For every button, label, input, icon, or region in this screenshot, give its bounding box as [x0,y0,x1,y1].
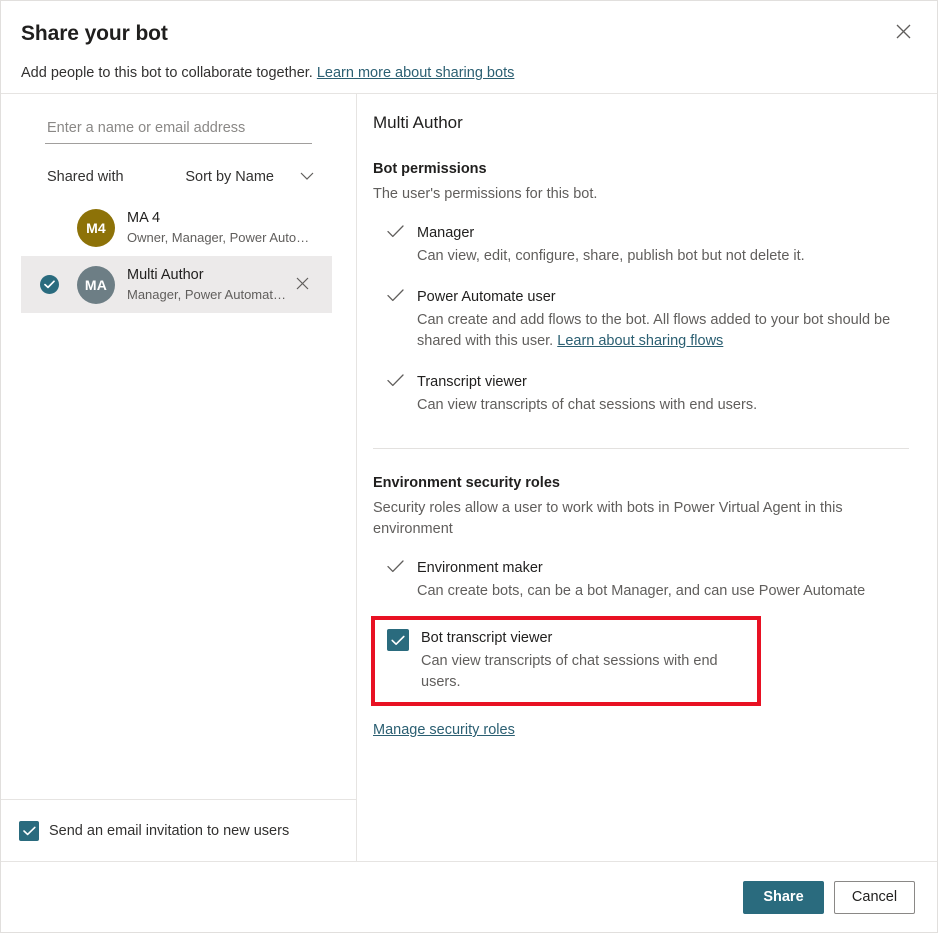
bot-permissions-section: Bot permissions The user's permissions f… [373,159,909,422]
checkbox-checked-icon [19,820,39,841]
close-icon [896,24,911,39]
role-row-environment-maker[interactable]: Environment maker Can create bots, can b… [373,552,909,608]
avatar-initials: MA [84,276,108,293]
bot-permissions-heading: Bot permissions [373,161,487,177]
permission-name: Transcript viewer [417,374,527,390]
sort-dropdown[interactable]: Sort by Name [183,167,316,187]
permission-name: Manager [417,225,475,241]
avatar: M4 [77,208,115,247]
role-description: Can create bots, can be a bot Manager, a… [417,583,866,599]
learn-more-sharing-bots-link[interactable]: Learn more about sharing bots [317,65,515,81]
share-button[interactable]: Share [743,880,824,914]
manage-security-roles-link[interactable]: Manage security roles [373,722,515,738]
checkmark-icon [386,374,404,387]
environment-roles-heading: Environment security roles [373,475,560,491]
permission-mark [373,372,417,387]
dialog-subtitle: Add people to this bot to collaborate to… [21,63,913,83]
permission-row-manager[interactable]: Manager Can view, edit, configure, share… [373,217,909,273]
environment-roles-list: Environment maker Can create bots, can b… [371,552,909,706]
learn-about-sharing-flows-link[interactable]: Learn about sharing flows [557,333,723,349]
permission-description: Can view, edit, configure, share, publis… [417,248,805,264]
avatar: MA [77,265,115,304]
permission-mark [373,223,417,238]
role-description: Can view transcripts of chat sessions wi… [421,653,718,690]
person-name: Multi Author [127,266,204,283]
search-input[interactable] [45,116,312,144]
permission-description: Can view transcripts of chat sessions wi… [417,397,758,413]
dialog-header: Share your bot Add people to this bot to… [1,1,937,94]
dialog-subtitle-text: Add people to this bot to collaborate to… [21,65,313,81]
people-panel: Shared with Sort by Name [1,94,357,861]
checkmark-icon [386,560,404,573]
shared-with-header: Shared with Sort by Name [47,167,332,187]
selected-user-title: Multi Author [373,113,463,132]
cancel-button[interactable]: Cancel [834,880,915,914]
permission-body: Manager Can view, edit, configure, share… [417,223,909,267]
avatar-initials: M4 [86,219,106,236]
permission-description: Can create and add flows to the bot. All… [417,310,897,352]
person-name: MA 4 [127,209,161,226]
section-divider [373,448,909,449]
environment-roles-description: Security roles allow a user to work with… [373,500,843,537]
person-roles: Manager, Power Automate user [127,286,288,302]
permission-row-transcript-viewer[interactable]: Transcript viewer Can view transcripts o… [373,366,909,422]
person-info: MA 4 Owner, Manager, Power Automate us..… [127,209,316,247]
environment-roles-section: Environment security roles Security role… [371,473,909,739]
permission-row-power-automate-user[interactable]: Power Automate user Can create and add f… [373,281,909,358]
person-info: Multi Author Manager, Power Automate use… [127,266,288,304]
permission-mark [373,287,417,302]
email-invite-checkbox[interactable]: Send an email invitation to new users [19,820,290,841]
role-body: Bot transcript viewer Can view transcrip… [421,628,757,693]
email-invite-footer: Send an email invitation to new users [1,799,356,861]
shared-with-label: Shared with [47,169,124,185]
bot-permissions-list: Manager Can view, edit, configure, share… [373,217,909,422]
permission-body: Transcript viewer Can view transcripts o… [417,372,909,416]
page-title: Share your bot [21,22,168,45]
close-button[interactable] [887,15,919,47]
share-bot-dialog: Share your bot Add people to this bot to… [0,0,938,933]
role-mark [373,558,417,573]
permissions-panel: Multi Author Bot permissions The user's … [357,94,937,861]
list-item[interactable]: M4 MA 4 Owner, Manager, Power Automate u… [21,199,332,256]
role-name: Bot transcript viewer [421,630,553,646]
person-roles: Owner, Manager, Power Automate us... [127,229,316,245]
close-icon [296,277,309,293]
email-invite-label: Send an email invitation to new users [49,822,290,839]
checkbox-checked-icon[interactable] [387,629,409,651]
selected-check-icon [39,275,59,294]
dialog-body: Shared with Sort by Name [1,94,937,861]
role-row-bot-transcript-viewer[interactable]: Bot transcript viewer Can view transcrip… [371,616,761,706]
chevron-down-icon [300,169,314,185]
permission-body: Power Automate user Can create and add f… [417,287,909,352]
sort-dropdown-label: Sort by Name [185,169,274,185]
list-item-selected[interactable]: MA Multi Author Manager, Power Automate … [21,256,332,313]
role-mark [375,628,421,651]
remove-person-button[interactable] [288,271,316,299]
dialog-footer: Share Cancel [1,861,937,932]
people-input-wrapper [45,116,332,144]
role-body: Environment maker Can create bots, can b… [417,558,909,602]
shared-with-list: M4 MA 4 Owner, Manager, Power Automate u… [21,199,332,313]
bot-permissions-description: The user's permissions for this bot. [373,186,598,202]
permission-name: Power Automate user [417,289,556,305]
checkmark-icon [386,289,404,302]
selection-slot [21,275,77,294]
people-panel-scroll: Shared with Sort by Name [1,94,356,799]
checkmark-icon [386,225,404,238]
role-name: Environment maker [417,560,543,576]
